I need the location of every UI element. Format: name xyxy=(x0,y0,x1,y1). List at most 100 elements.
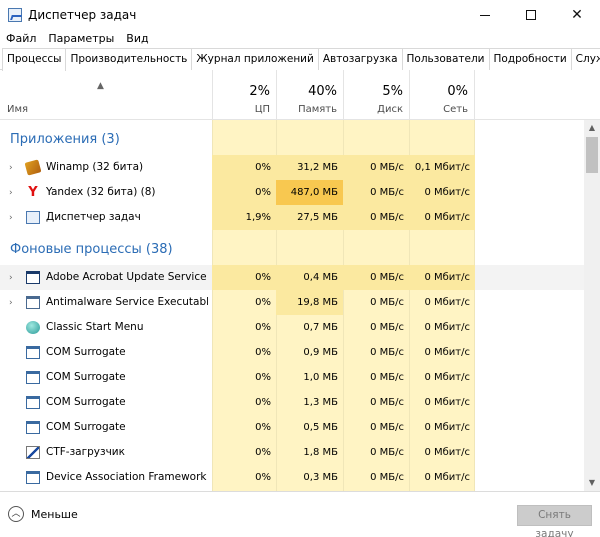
table-row[interactable]: › Adobe Acrobat Update Service (… 0% 0,4… xyxy=(0,265,584,290)
tab-app-history[interactable]: Журнал приложений xyxy=(191,48,319,70)
table-row[interactable]: › Y Yandex (32 бита) (8) 0% 487,0 МБ 0 М… xyxy=(0,180,584,205)
expand-icon[interactable]: › xyxy=(9,273,13,283)
table-row[interactable]: CTF-загрузчик 0% 1,8 МБ 0 МБ/с 0 Мбит/с xyxy=(0,440,584,465)
menu-file[interactable]: Файл xyxy=(0,30,42,48)
process-name: Device Association Framework … xyxy=(46,471,208,483)
table-row[interactable]: COM Surrogate 0% 0,9 МБ 0 МБ/с 0 Мбит/с xyxy=(0,340,584,365)
column-header: ▲ Имя 2% ЦП 40% Память 5% Диск 0% Сеть xyxy=(0,70,600,120)
process-name: COM Surrogate xyxy=(46,346,126,358)
cpu-cell: 0% xyxy=(212,265,276,290)
maximize-button[interactable] xyxy=(508,0,554,30)
vertical-scrollbar[interactable]: ▲ ▼ xyxy=(584,120,600,491)
maximize-icon xyxy=(526,10,536,20)
scroll-thumb[interactable] xyxy=(586,137,598,173)
process-name: Диспетчер задач xyxy=(46,211,141,223)
scroll-up-icon[interactable]: ▲ xyxy=(584,120,600,136)
group-apps: Приложения (3) xyxy=(0,120,584,150)
tab-details[interactable]: Подробности xyxy=(488,48,572,70)
table-row[interactable]: › Winamp (32 бита) 0% 31,2 МБ 0 МБ/с 0,1… xyxy=(0,155,584,180)
disk-cell: 0 МБ/с xyxy=(370,447,404,458)
header-disk-label: Диск xyxy=(377,104,403,115)
disk-cell: 0 МБ/с xyxy=(343,265,409,290)
expand-icon[interactable]: › xyxy=(9,163,13,173)
sort-up-icon: ▲ xyxy=(97,81,104,91)
fewer-details-link[interactable]: Меньше xyxy=(31,508,78,521)
process-list: Приложения (3) › Winamp (32 бита) 0% 31,… xyxy=(0,120,584,491)
cpu-cell: 0% xyxy=(212,180,276,205)
table-row[interactable]: COM Surrogate 0% 1,3 МБ 0 МБ/с 0 Мбит/с xyxy=(0,390,584,415)
tab-users[interactable]: Пользователи xyxy=(401,48,490,70)
network-cell: 0 Мбит/с xyxy=(424,297,470,308)
tab-services[interactable]: Службы xyxy=(570,48,600,70)
table-row[interactable]: Classic Start Menu 0% 0,7 МБ 0 МБ/с 0 Мб… xyxy=(0,315,584,340)
table-row[interactable]: › Antimalware Service Executable 0% 19,8… xyxy=(0,290,584,315)
disk-cell: 0 МБ/с xyxy=(343,205,409,230)
header-name[interactable]: Имя xyxy=(7,104,28,115)
process-name: Adobe Acrobat Update Service (… xyxy=(46,271,208,283)
header-memory[interactable]: 40% Память xyxy=(276,70,343,120)
process-name: Classic Start Menu xyxy=(46,321,144,333)
memory-cell: 0,3 МБ xyxy=(303,472,338,483)
disk-cell: 0 МБ/с xyxy=(370,347,404,358)
cpu-cell: 0% xyxy=(255,347,271,358)
menu-options[interactable]: Параметры xyxy=(42,30,120,48)
memory-cell: 0,4 МБ xyxy=(276,265,343,290)
expand-icon[interactable]: › xyxy=(9,188,13,198)
network-cell: 0 Мбит/с xyxy=(409,265,475,290)
group-background: Фоновые процессы (38) xyxy=(0,230,584,260)
header-cpu-pct: 2% xyxy=(249,84,270,99)
header-network-label: Сеть xyxy=(443,104,468,115)
close-button[interactable]: ✕ xyxy=(554,0,600,30)
cpu-cell: 1,9% xyxy=(212,205,276,230)
header-network-pct: 0% xyxy=(447,84,468,99)
chevron-up-icon[interactable]: ︿ xyxy=(8,506,24,522)
header-cpu[interactable]: 2% ЦП xyxy=(212,70,276,120)
footer: ︿ Меньше Снять задачу xyxy=(0,491,600,537)
group-background-title: Фоновые процессы (38) xyxy=(10,242,173,257)
ctf-loader-icon xyxy=(26,446,40,459)
network-cell: 0 Мбит/с xyxy=(424,422,470,433)
network-cell: 0,1 Мбит/с xyxy=(409,155,475,180)
scroll-down-icon[interactable]: ▼ xyxy=(584,475,600,491)
window-title: Диспетчер задач xyxy=(28,8,137,22)
window-icon xyxy=(26,271,40,284)
title-bar: Диспетчер задач ✕ xyxy=(0,0,600,30)
header-memory-pct: 40% xyxy=(308,84,337,99)
table-row[interactable]: Device Association Framework … 0% 0,3 МБ… xyxy=(0,465,584,490)
network-cell: 0 Мбит/с xyxy=(424,372,470,383)
tab-performance[interactable]: Производительность xyxy=(65,48,193,70)
cpu-cell: 0% xyxy=(255,447,271,458)
menu-view[interactable]: Вид xyxy=(120,30,154,48)
com-icon xyxy=(26,396,40,409)
header-cpu-label: ЦП xyxy=(254,104,270,115)
memory-cell: 27,5 МБ xyxy=(276,205,343,230)
network-cell: 0 Мбит/с xyxy=(424,322,470,333)
expand-icon[interactable]: › xyxy=(9,213,13,223)
com-icon xyxy=(26,371,40,384)
end-task-button[interactable]: Снять задачу xyxy=(517,505,592,537)
task-manager-icon xyxy=(26,211,40,224)
network-cell: 0 Мбит/с xyxy=(409,205,475,230)
header-disk[interactable]: 5% Диск xyxy=(343,70,409,120)
memory-cell: 1,8 МБ xyxy=(303,447,338,458)
cpu-cell: 0% xyxy=(255,422,271,433)
tab-startup[interactable]: Автозагрузка xyxy=(317,48,403,70)
memory-cell: 1,3 МБ xyxy=(303,397,338,408)
network-cell: 0 Мбит/с xyxy=(424,397,470,408)
table-row[interactable]: COM Surrogate 0% 1,0 МБ 0 МБ/с 0 Мбит/с xyxy=(0,365,584,390)
minimize-button[interactable] xyxy=(462,0,508,30)
cpu-cell: 0% xyxy=(255,397,271,408)
cpu-cell: 0% xyxy=(255,322,271,333)
disk-cell: 0 МБ/с xyxy=(370,372,404,383)
tab-processes[interactable]: Процессы xyxy=(2,48,67,71)
table-row[interactable]: › Диспетчер задач 1,9% 27,5 МБ 0 МБ/с 0 … xyxy=(0,205,584,230)
header-network[interactable]: 0% Сеть xyxy=(409,70,475,120)
menu-bar: Файл Параметры Вид xyxy=(0,30,600,48)
memory-cell: 1,0 МБ xyxy=(303,372,338,383)
orb-icon xyxy=(26,321,40,334)
table-row[interactable]: COM Surrogate 0% 0,5 МБ 0 МБ/с 0 Мбит/с xyxy=(0,415,584,440)
cpu-cell: 0% xyxy=(255,472,271,483)
group-apps-title: Приложения (3) xyxy=(10,132,120,147)
process-name: COM Surrogate xyxy=(46,421,126,433)
expand-icon[interactable]: › xyxy=(9,298,13,308)
